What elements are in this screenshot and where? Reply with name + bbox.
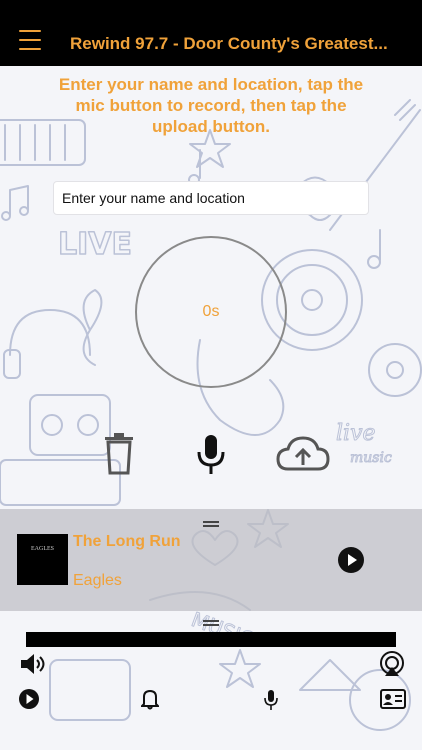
music-doodle-background: LIVE live music MUSIC [0,99,422,731]
microphone-icon [264,690,278,710]
volume-button[interactable] [20,653,46,675]
svg-text:LIVE: LIVE [58,227,132,262]
hamburger-menu-icon[interactable] [19,30,41,52]
recording-timer: 0s [202,303,220,320]
trash-icon [105,433,133,475]
now-playing-play-button[interactable] [338,547,364,573]
name-location-input[interactable] [53,181,369,215]
tab-play[interactable] [18,688,40,710]
bell-icon [139,689,161,710]
recording-timer-circle: 0s [135,236,287,388]
instructions-text: Enter your name and location, tap the mi… [58,75,364,136]
airplay-button[interactable] [379,651,405,677]
svg-text:live: live [336,421,376,446]
delete-button[interactable] [103,433,135,475]
play-icon [19,689,39,709]
artist-name: Eagles [73,572,122,589]
play-icon [338,547,364,573]
drag-handle[interactable] [203,521,219,527]
app-header: Rewind 97.7 - Door County's Greatest... [0,0,422,66]
upload-button[interactable] [276,436,330,472]
airplay-icon [380,651,404,676]
progress-bar [26,632,396,647]
drag-handle-lower[interactable] [203,620,219,626]
tab-notifications[interactable] [139,688,161,710]
speaker-icon [21,654,45,674]
album-art: EAGLES [17,534,68,585]
cloud-upload-icon [276,436,330,471]
record-mic-button[interactable] [194,434,228,476]
tab-contact[interactable] [380,689,406,709]
song-title: The Long Run [73,533,181,550]
page-title: Rewind 97.7 - Door County's Greatest... [70,34,388,53]
svg-text:music: music [350,450,392,466]
microphone-icon [197,435,225,474]
contact-card-icon [380,689,406,709]
tab-record[interactable] [263,689,279,711]
